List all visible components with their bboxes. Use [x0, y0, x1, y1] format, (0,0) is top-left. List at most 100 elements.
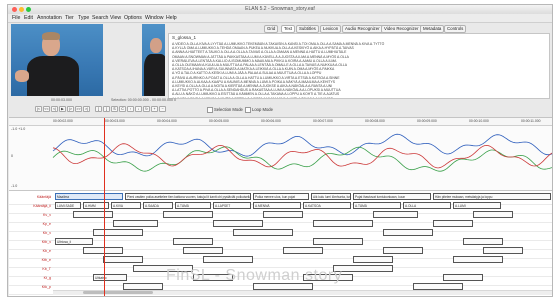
menu-window[interactable]: Window: [145, 15, 163, 21]
waveform-line: [52, 146, 552, 172]
tier-annotation[interactable]: A.TÄMÄ: [353, 202, 401, 209]
tier-annotation[interactable]: [483, 247, 523, 254]
timeline-scrollbar[interactable]: [53, 290, 552, 295]
tier-annotation[interactable]: A.SAADA: [143, 202, 173, 209]
tier-annotation[interactable]: [413, 283, 463, 290]
menu-annotation[interactable]: Annotation: [37, 15, 62, 21]
selection-end-button[interactable]: ]: [103, 106, 110, 112]
tier-annotation[interactable]: [373, 211, 418, 218]
tier-annotation[interactable]: A.KATSOA: [303, 202, 351, 209]
text-viewer-panel[interactable]: S_glossa_1 A.VIDEO A.OLLA.KIVA A.LYYTÄÄ …: [168, 33, 550, 99]
tier-selector[interactable]: S_glossa_1: [172, 35, 196, 40]
tier-annotation[interactable]: [283, 247, 323, 254]
selection-begin-button[interactable]: [: [95, 106, 102, 112]
menu-options[interactable]: Options: [124, 15, 142, 21]
tier-annotation[interactable]: [463, 238, 503, 245]
play-selection-button[interactable]: S: [111, 106, 118, 112]
menu-search[interactable]: Search: [92, 15, 108, 21]
menu-file[interactable]: File: [12, 15, 20, 21]
tier-annotation[interactable]: [353, 256, 393, 263]
tier-annotation[interactable]: Maailma: [55, 193, 123, 200]
tab-text[interactable]: Text: [281, 25, 296, 33]
selection-mode-checkbox[interactable]: [207, 107, 213, 113]
tab-video-recognizer[interactable]: Video Recognizer: [381, 25, 422, 33]
zoom-out-button[interactable]: −: [159, 106, 166, 112]
loop-mode-label: Loop Mode: [252, 107, 273, 112]
tier-annotation[interactable]: [383, 229, 433, 236]
ruler-tick-label: 00:00:07.000: [313, 119, 333, 123]
tier-annotation[interactable]: [313, 238, 363, 245]
tier-annotation[interactable]: LUMI.SADE: [55, 202, 81, 209]
next-annotation-button[interactable]: ↓: [135, 106, 142, 112]
tier-annotation[interactable]: [213, 220, 263, 227]
tier-annotation[interactable]: A.KIVA: [111, 202, 141, 209]
tier-annotation[interactable]: Aik kulu lumi lömhunta, lumiset, ...: [311, 193, 351, 200]
tier-annotation[interactable]: [203, 256, 253, 263]
tier-annotation[interactable]: [93, 229, 143, 236]
tier-annotation[interactable]: [173, 238, 213, 245]
video-player-main[interactable]: [11, 24, 103, 96]
tier-annotation[interactable]: [123, 283, 163, 290]
tab-metadata[interactable]: Metadata: [420, 25, 445, 33]
tier-annotation[interactable]: A.HMM: [83, 202, 109, 209]
loop-button[interactable]: ↻: [143, 106, 150, 112]
tier-annotation[interactable]: [103, 256, 143, 263]
tier-annotation[interactable]: [473, 211, 513, 218]
scroll-thumb[interactable]: [83, 291, 153, 294]
zoom-in-button[interactable]: +: [151, 106, 158, 112]
tier-annotation[interactable]: A.MENNÄ: [253, 202, 301, 209]
prev-annotation-button[interactable]: ↑: [127, 106, 134, 112]
prev-frame-button[interactable]: <<: [43, 106, 50, 112]
menu-edit[interactable]: Edit: [24, 15, 33, 21]
signer-hair: [42, 32, 60, 40]
playhead-crosshair[interactable]: [104, 118, 105, 296]
play-button[interactable]: ▶: [59, 106, 66, 112]
step-forward-button[interactable]: |>: [67, 106, 74, 112]
menu-help[interactable]: Help: [166, 15, 177, 21]
tab-subtitles[interactable]: Subtitles: [296, 25, 319, 33]
tier-annotation[interactable]: Pojat ihastuvat lumiukonkaan, kuun: [353, 193, 431, 200]
loop-mode-checkbox[interactable]: [245, 107, 251, 113]
menu-view[interactable]: View: [110, 15, 121, 21]
tier-annotation[interactable]: Poika menee ulos, kun pojat: [253, 193, 309, 200]
media-controls: |< << <| ▶ |> >> >| [ ] S C ↑ ↓ ↻ + − Se…: [11, 105, 551, 114]
tier-annotation[interactable]: [433, 220, 473, 227]
go-to-end-button[interactable]: >|: [83, 106, 90, 112]
tier-annotation[interactable]: [83, 247, 123, 254]
tier-annotation[interactable]: A.LUMI: [453, 202, 501, 209]
tab-grid[interactable]: Grid: [264, 25, 279, 33]
video-player-secondary[interactable]: [142, 24, 165, 96]
tier-annotation[interactable]: Pieni vasiten poika asettelee tien katto…: [125, 193, 251, 200]
tier-annotation[interactable]: [443, 274, 483, 281]
step-back-button[interactable]: <|: [51, 106, 58, 112]
tier-annotation[interactable]: [163, 211, 213, 218]
tier-annotation[interactable]: [73, 211, 113, 218]
text-viewer-line[interactable]: A.HAUTA A.RAIDA A.MENOA A.MYÖS A.ESTELLÄ…: [172, 97, 547, 98]
tier-annotation[interactable]: [183, 247, 223, 254]
tier-annotation[interactable]: A.TÄMÄ: [175, 202, 211, 209]
time-ruler[interactable]: 00:00:02.000 00:00:03.000 00:00:04.000 00:0…: [9, 118, 552, 126]
waveform-lines: [52, 133, 552, 172]
menu-tier[interactable]: Tier: [65, 15, 74, 21]
tab-audio-recognizer[interactable]: Audio Recognizer: [342, 25, 383, 33]
tier-annotation[interactable]: A.LAPSET: [213, 202, 251, 209]
go-to-begin-button[interactable]: |<: [35, 106, 42, 112]
next-frame-button[interactable]: >>: [75, 106, 82, 112]
tier-name[interactable]: Ktk_p: [11, 282, 51, 293]
tab-controls[interactable]: Controls: [444, 25, 467, 33]
ruler-tick-label: 00:00:04.000: [157, 119, 177, 123]
tier-annotation[interactable]: [233, 229, 293, 236]
tier-annotation[interactable]: Ultriosa_ii: [55, 238, 93, 245]
tier-annotation[interactable]: Ultkatso: [93, 274, 127, 281]
tab-lexicon[interactable]: Lexicon: [320, 25, 342, 33]
tier-annotation[interactable]: Hän pitelee mukaan, metsästyja ja loppu: [433, 193, 551, 200]
menu-type[interactable]: Type: [78, 15, 89, 21]
tier-annotation[interactable]: [113, 220, 158, 227]
waveform-graph[interactable]: -1.0 +1.0 0 -1.0: [9, 126, 552, 191]
tier-annotation[interactable]: [383, 247, 423, 254]
tier-annotation[interactable]: A.OLLA: [403, 202, 451, 209]
tier-annotation[interactable]: [263, 211, 303, 218]
tier-annotation[interactable]: [453, 256, 503, 263]
clear-selection-button[interactable]: C: [119, 106, 126, 112]
tier-annotation[interactable]: [313, 220, 373, 227]
